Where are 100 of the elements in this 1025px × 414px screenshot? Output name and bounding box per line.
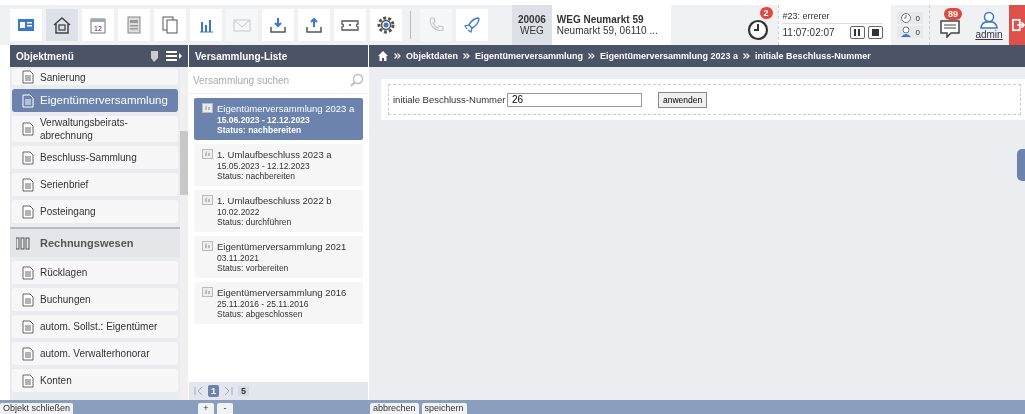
timer-task: #23: errerer [782, 11, 883, 24]
double-chevron-icon [743, 53, 751, 59]
double-chevron-icon [463, 53, 470, 59]
menu-item[interactable]: autom. Sollst.: Eigentümer [12, 315, 178, 338]
menu-item-label: Buchungen [40, 293, 91, 306]
menu-item-label: autom. Verwalterhonorar [40, 347, 150, 360]
chat-icon[interactable] [938, 18, 961, 38]
list-item[interactable]: 1. Umlaufbeschluss 2022 b 10.02.2022 Status: durchführen [194, 190, 363, 232]
menu-icon[interactable] [166, 49, 182, 63]
pause-icon [854, 29, 861, 36]
list-item-title: 1. Umlaufbeschluss 2023 a [217, 149, 332, 161]
menu-item[interactable]: Beschluss-Sammlung [12, 146, 178, 169]
toolbar-button[interactable] [298, 9, 330, 41]
add-remove-button[interactable]: + [198, 403, 214, 414]
panel-title: Versammlung-Liste [195, 50, 289, 62]
menu-item-label: Rücklagen [40, 266, 88, 279]
document-icon [22, 70, 34, 84]
side-tab[interactable] [1017, 149, 1025, 181]
clock-icon[interactable] [746, 19, 769, 41]
list-item-status: Status: abgeschlossen [217, 309, 304, 319]
page-count: 5 [238, 386, 250, 396]
document-icon [22, 265, 34, 280]
document-icon [22, 292, 34, 307]
download-icon [269, 16, 287, 34]
toolbar-button[interactable] [262, 9, 294, 41]
list-item-status: Status: vorbereiten [217, 263, 290, 273]
stop-icon [871, 29, 879, 36]
logout-button[interactable] [1009, 5, 1025, 45]
menu-item[interactable]: Sanierung [12, 69, 178, 85]
add-remove-button[interactable]: - [217, 403, 233, 414]
list-item-title: Eigentümerversammlung 2016 [217, 287, 347, 299]
user-link[interactable]: admin [975, 28, 1003, 40]
list-item-title: 1. Umlaufbeschluss 2022 b [217, 195, 332, 207]
apply-button[interactable]: anwenden [658, 91, 708, 108]
menu-item[interactable]: Konten [12, 369, 178, 392]
list-item[interactable]: Eigentümerversammlung 2023 a 15.06.2023 - 12.12.2023 Status: nachbereiten [194, 98, 363, 140]
menu-item[interactable]: autom. Verwalterhonorar [12, 342, 178, 365]
page-button[interactable]: 1 [208, 385, 219, 397]
list-item-dates: 03.11.2021 [217, 253, 260, 263]
breadcrumb-link[interactable]: initiale Beschluss-Nummer [755, 51, 871, 61]
menu-item[interactable]: Verwaltungsbeirats-abrechnung [12, 116, 178, 142]
document-icon [22, 93, 34, 108]
home-icon[interactable] [377, 50, 389, 62]
toolbar-button[interactable] [456, 9, 488, 41]
footer-button[interactable]: speichern [421, 403, 467, 414]
pause-button[interactable] [849, 26, 865, 39]
upload-icon [305, 16, 323, 34]
toolbar-button[interactable] [10, 9, 42, 41]
menu-item-label: Konten [40, 374, 72, 387]
notification-badge: 89 [944, 8, 962, 20]
menu-item[interactable]: Posteingang [12, 200, 178, 223]
list-item-dates: 15.06.2023 - 12.12.2023 [217, 115, 311, 125]
menu-item-label: Verwaltungsbeirats-abrechnung [40, 116, 129, 142]
scrollbar[interactable] [179, 67, 188, 400]
list-item[interactable]: 1. Umlaufbeschluss 2023 a 15.05.2023 - 12.12.2023 Status: nachbereiten [194, 144, 363, 186]
document-icon [22, 319, 34, 334]
settings-icon [377, 16, 395, 34]
double-chevron-icon [588, 53, 596, 59]
footer-button[interactable]: abbrechen [370, 403, 419, 414]
menu-item[interactable]: Rücklagen [12, 261, 178, 284]
object-number-panel[interactable]: 20006 WEG [512, 5, 552, 45]
menu-section[interactable]: Rechnungswesen [10, 227, 180, 257]
phone-icon [427, 16, 445, 34]
breadcrumb-link[interactable]: Objektdaten [406, 51, 458, 61]
field-label: initiale Beschluss-Nummer [393, 94, 507, 105]
menu-item-label: Eigentümerversammlung [40, 94, 168, 107]
object-name: WEG Neumarkt 59 [556, 14, 645, 25]
list-item-status: Status: nachbereiten [217, 171, 296, 181]
panel-title: Objektmenü [16, 50, 75, 62]
document-icon [22, 204, 34, 219]
search-field[interactable]: Versammlung suchen [193, 74, 350, 86]
menu-item[interactable]: Eigentümerversammlung [12, 89, 178, 112]
mail-icon [233, 16, 251, 34]
list-item-status: Status: durchführen [217, 217, 293, 227]
id-card-icon [17, 16, 35, 34]
menu-item-label: Rechnungswesen [40, 236, 134, 250]
list-item[interactable]: Eigentümerversammlung 2016 25.11.2016 - 25.11.2016 Status: abgeschlossen [194, 282, 363, 324]
document-icon [125, 16, 143, 34]
document-icon [22, 177, 34, 192]
toolbar-button[interactable] [190, 9, 222, 41]
double-chevron-icon [394, 53, 401, 59]
breadcrumb-link[interactable]: Eigentümerversammlung 2023 a [600, 51, 739, 61]
clock-icon [899, 12, 912, 24]
list-item[interactable]: Eigentümerversammlung 2021 03.11.2021 Status: vorbereiten [194, 236, 363, 278]
stop-button[interactable] [867, 26, 883, 39]
toolbar-button[interactable] [46, 9, 78, 41]
house-icon [52, 16, 72, 34]
toolbar-button[interactable] [334, 9, 366, 41]
input-field[interactable]: 26 [507, 92, 642, 107]
list-item-status: Status: nachbereiten [217, 125, 303, 135]
list-item-dates: 10.02.2022 [217, 207, 261, 217]
object-number: 20006 [518, 14, 546, 25]
menu-item[interactable]: Serienbrief [12, 173, 178, 196]
menu-item[interactable]: Buchungen [12, 288, 178, 311]
list-item-title: Eigentümerversammlung 2023 a [217, 103, 355, 115]
close-object-button[interactable]: Objekt schließen [0, 403, 74, 414]
object-type: WEG [519, 25, 544, 36]
document-icon [22, 373, 34, 388]
breadcrumb-link[interactable]: Eigentümerversammlung [475, 51, 584, 61]
toolbar-button[interactable] [370, 9, 402, 41]
